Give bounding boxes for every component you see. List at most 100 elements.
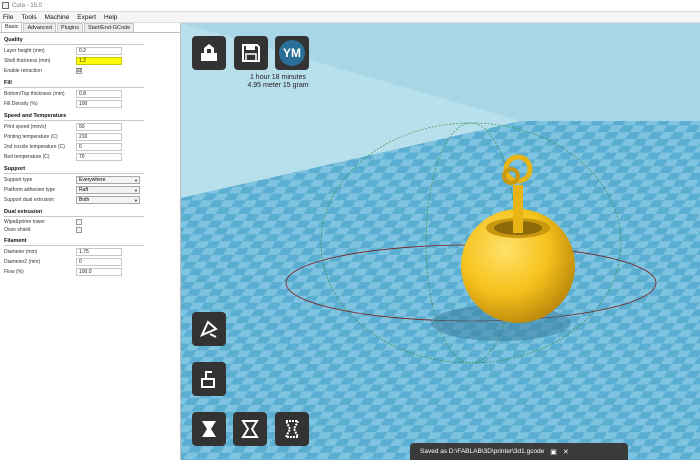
section-divider <box>4 245 144 246</box>
section-divider <box>4 120 144 121</box>
support-dual-extrusion-label: Support dual extrusion <box>4 197 55 203</box>
setting-row-wipe-tower: Wipe&prime tower <box>4 218 145 226</box>
mirror-x-button[interactable] <box>192 412 226 446</box>
flow-input[interactable]: 100.0 <box>76 268 122 276</box>
chevron-down-icon: ▼ <box>134 178 138 183</box>
title-bar: Cura - 15.0 <box>0 0 700 12</box>
support-type-label: Support type <box>4 177 33 183</box>
setting-row-flow: Flow (%) 100.0 <box>4 267 145 277</box>
save-message: Saved as D:\FABLAB\3D\printer\3d1.gcode <box>420 448 545 455</box>
section-title-speed: Speed and Temperature <box>4 113 67 119</box>
bed-temperature-input[interactable]: 70 <box>76 153 122 161</box>
second-nozzle-temperature-input[interactable]: 0 <box>76 143 122 151</box>
settings-tabs: Basic Advanced Plugins Start/End-GCode <box>0 22 180 33</box>
layer-height-label: Layer height (mm) <box>4 48 45 54</box>
flow-label: Flow (%) <box>4 269 24 275</box>
youmagine-label: YM <box>279 40 305 66</box>
ooze-shield-checkbox[interactable] <box>76 227 82 233</box>
settings-panel: Basic Advanced Plugins Start/End-GCode Q… <box>0 22 181 460</box>
chevron-down-icon: ▼ <box>134 198 138 203</box>
mirror-y-button[interactable] <box>233 412 267 446</box>
print-speed-input[interactable]: 50 <box>76 123 122 131</box>
setting-row-diameter2: Diameter2 (mm) 0 <box>4 257 145 267</box>
print-estimate: 1 hour 18 minutes 4.95 meter 15 gram <box>238 74 318 90</box>
mirror-z-button[interactable] <box>275 412 309 446</box>
layer-height-input[interactable]: 0.2 <box>76 47 122 55</box>
load-model-button[interactable] <box>192 36 226 70</box>
printing-temperature-label: Printing temperature (C) <box>4 134 58 140</box>
menu-expert[interactable]: Expert <box>77 14 96 21</box>
bottom-top-thickness-label: Bottom/Top thickness (mm) <box>4 91 65 97</box>
shell-thickness-label: Shell thickness (mm) <box>4 58 51 64</box>
tab-advanced[interactable]: Advanced <box>23 23 56 32</box>
bottom-top-thickness-input[interactable]: 0.8 <box>76 90 122 98</box>
chevron-down-icon: ▼ <box>134 188 138 193</box>
diameter2-input[interactable]: 0 <box>76 258 122 266</box>
mirror-icon <box>202 421 216 437</box>
setting-row-fill-density: Fill Density (%) 100 <box>4 99 145 109</box>
scale-tool-button[interactable] <box>192 362 226 396</box>
menu-tools[interactable]: Tools <box>21 14 36 21</box>
section-title-support: Support <box>4 166 26 172</box>
support-dual-extrusion-value: Both <box>79 197 90 203</box>
menu-bar: File Tools Machine Expert Help <box>0 12 700 23</box>
setting-row-printing-temp: Printing temperature (C) 210 <box>4 132 145 142</box>
printing-temperature-input[interactable]: 210 <box>76 133 122 141</box>
mirror-icon <box>241 420 259 438</box>
app-icon <box>2 2 9 9</box>
diameter-input[interactable]: 1.75 <box>76 248 122 256</box>
section-divider <box>4 44 144 45</box>
fill-density-label: Fill Density (%) <box>4 101 38 107</box>
section-title-dual-extrusion: Dual extrusion <box>4 209 43 215</box>
print-material: 4.95 meter 15 gram <box>247 82 309 89</box>
setting-row-ooze-shield: Ooze shield <box>4 226 145 234</box>
menu-machine[interactable]: Machine <box>45 14 70 21</box>
wipe-tower-checkbox[interactable] <box>76 219 82 225</box>
enable-retraction-label: Enable retraction <box>4 68 42 74</box>
3d-viewport[interactable]: YM 1 hour 18 minutes 4.95 meter 15 gram <box>181 23 700 460</box>
window-title: Cura - 15.0 <box>12 2 43 9</box>
mirror-icon <box>284 420 300 438</box>
rotate-tool-button[interactable] <box>192 312 226 346</box>
load-icon <box>201 44 217 61</box>
close-icon[interactable]: ✕ <box>563 448 569 456</box>
folder-icon[interactable]: ▣ <box>550 448 557 456</box>
enable-retraction-checkbox[interactable]: ☑ <box>76 68 82 74</box>
section-divider <box>4 216 144 217</box>
save-icon <box>242 44 260 62</box>
rotate-icon <box>200 320 218 338</box>
setting-row-bottom-top: Bottom/Top thickness (mm) 0.8 <box>4 89 145 99</box>
setting-row-support-dual: Support dual extrusion Both ▼ <box>4 195 145 205</box>
diameter2-label: Diameter2 (mm) <box>4 259 41 265</box>
bed-temperature-label: Bed temperature (C) <box>4 154 50 160</box>
ooze-shield-label: Ooze shield <box>4 227 31 233</box>
tab-plugins[interactable]: Plugins <box>56 23 83 32</box>
save-gcode-button[interactable] <box>234 36 268 70</box>
setting-row-print-speed: Print speed (mm/s) 50 <box>4 122 145 132</box>
setting-row-diameter: Diameter (mm) 1.75 <box>4 247 145 257</box>
basic-settings: Quality Layer height (mm) 0.2 Shell thic… <box>0 37 145 277</box>
setting-row-support-type: Support type Everywhere ▼ <box>4 175 145 185</box>
tab-basic[interactable]: Basic <box>1 22 23 32</box>
shell-thickness-input[interactable]: 1.2 <box>76 57 122 65</box>
tab-start-end-gcode[interactable]: Start/End-GCode <box>83 23 135 32</box>
youmagine-button[interactable]: YM <box>275 36 309 70</box>
menu-file[interactable]: File <box>3 14 13 21</box>
support-dual-extrusion-select[interactable]: Both ▼ <box>76 196 140 204</box>
fill-density-input[interactable]: 100 <box>76 100 122 108</box>
setting-row-shell-thickness: Shell thickness (mm) 1.2 <box>4 56 145 66</box>
section-divider <box>4 87 144 88</box>
save-notification: Saved as D:\FABLAB\3D\printer\3d1.gcode … <box>410 443 628 460</box>
support-type-select[interactable]: Everywhere ▼ <box>76 176 140 184</box>
print-time: 1 hour 18 minutes <box>249 74 307 81</box>
section-title-quality: Quality <box>4 37 23 43</box>
diameter-label: Diameter (mm) <box>4 249 38 255</box>
cura-window: Cura - 15.0 File Tools Machine Expert He… <box>0 0 700 460</box>
platform-adhesion-value: Raft <box>79 187 89 193</box>
print-speed-label: Print speed (mm/s) <box>4 124 47 130</box>
platform-adhesion-label: Platform adhesion type <box>4 187 56 193</box>
setting-row-enable-retraction: Enable retraction ☑ <box>4 66 145 76</box>
platform-adhesion-select[interactable]: Raft ▼ <box>76 186 140 194</box>
scale-icon <box>201 371 215 388</box>
menu-help[interactable]: Help <box>104 14 117 21</box>
